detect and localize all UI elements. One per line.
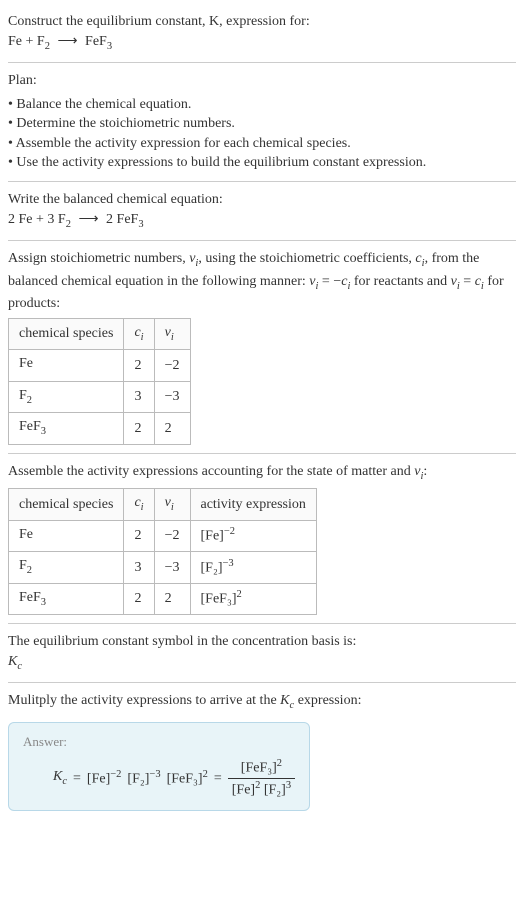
answer-equation: Kc = [Fe]−2 [F₂]−3 [FeF₃]2 = [FeF₃]2 [Fe…: [23, 757, 295, 801]
stoich-text: Assign stoichiometric numbers, νi, using…: [8, 249, 516, 314]
prompt-section: Construct the equilibrium constant, K, e…: [8, 4, 516, 63]
plan-item: Balance the chemical equation.: [8, 95, 516, 115]
col-species: chemical species: [9, 318, 124, 349]
prompt-line: Construct the equilibrium constant, K, e…: [8, 14, 310, 29]
balanced-section: Write the balanced chemical equation: 2 …: [8, 182, 516, 241]
plan-title: Plan:: [8, 71, 516, 91]
answer-label: Answer:: [23, 733, 295, 751]
plan-item: Assemble the activity expression for eac…: [8, 134, 516, 154]
col-species: chemical species: [9, 489, 124, 520]
symbol-text: The equilibrium constant symbol in the c…: [8, 632, 516, 652]
table-row: Fe 2 −2: [9, 350, 191, 381]
plan-section: Plan: Balance the chemical equation. Det…: [8, 63, 516, 182]
table-row: FeF3 2 2: [9, 413, 191, 444]
stoich-table: chemical species ci νi Fe 2 −2 F2 3 −3 F…: [8, 318, 191, 445]
prompt-text: Construct the equilibrium constant, K, e…: [8, 12, 516, 32]
answer-box: Answer: Kc = [Fe]−2 [F₂]−3 [FeF₃]2 = [Fe…: [8, 722, 310, 812]
symbol-section: The equilibrium constant symbol in the c…: [8, 624, 516, 683]
symbol-kc: Kc: [8, 652, 516, 674]
plan-item: Determine the stoichiometric numbers.: [8, 114, 516, 134]
col-nui: νi: [154, 318, 190, 349]
table-row: F2 3 −3 [F₂]−3: [9, 552, 317, 583]
col-activity-expression: activity expression: [190, 489, 316, 520]
table-header-row: chemical species ci νi activity expressi…: [9, 489, 317, 520]
col-ci: ci: [124, 318, 154, 349]
col-nui: νi: [154, 489, 190, 520]
activity-section: Assemble the activity expressions accoun…: [8, 454, 516, 624]
col-ci: ci: [124, 489, 154, 520]
reaction-unbalanced: Fe + F2 ⟶ FeF3: [8, 32, 516, 54]
table-row: FeF3 2 2 [FeF₃]2: [9, 583, 317, 614]
stoich-section: Assign stoichiometric numbers, νi, using…: [8, 241, 516, 454]
activity-text: Assemble the activity expressions accoun…: [8, 462, 516, 484]
balanced-equation: 2 Fe + 3 F2 ⟶ 2 FeF3: [8, 210, 516, 232]
table-row: F2 3 −3: [9, 381, 191, 412]
fraction: [FeF₃]2 [Fe]2 [F₂]3: [228, 757, 295, 801]
answer-section: Answer: Kc = [Fe]−2 [F₂]−3 [FeF₃]2 = [Fe…: [8, 716, 516, 812]
plan-list: Balance the chemical equation. Determine…: [8, 95, 516, 173]
activity-table: chemical species ci νi activity expressi…: [8, 488, 317, 615]
multiply-section: Mulitply the activity expressions to arr…: [8, 683, 516, 715]
plan-item: Use the activity expressions to build th…: [8, 153, 516, 173]
table-header-row: chemical species ci νi: [9, 318, 191, 349]
table-row: Fe 2 −2 [Fe]−2: [9, 520, 317, 551]
balanced-title: Write the balanced chemical equation:: [8, 190, 516, 210]
